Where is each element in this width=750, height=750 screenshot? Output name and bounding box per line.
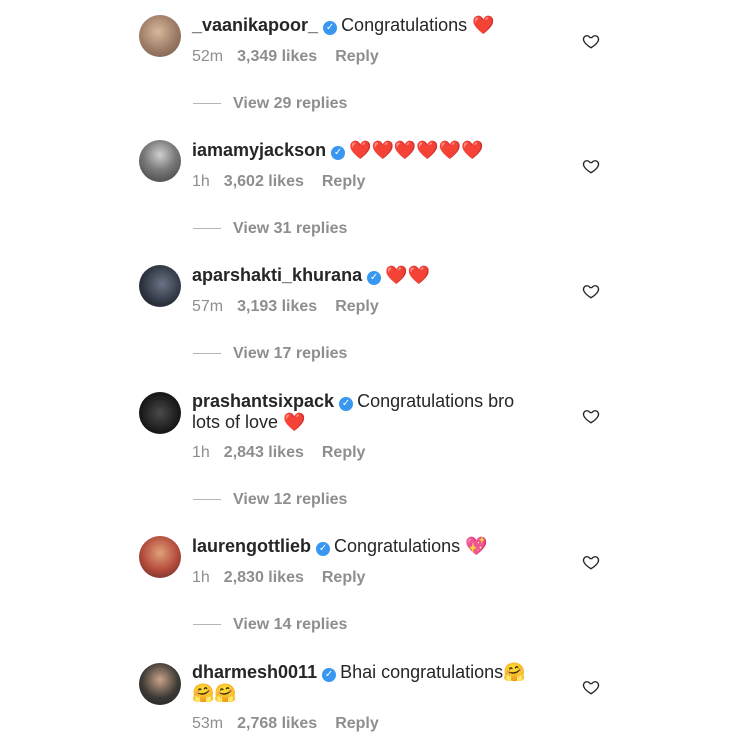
heart-outline-icon[interactable] <box>582 32 600 50</box>
comment-meta: 1h 3,602 likes Reply <box>192 173 379 191</box>
divider-line <box>193 353 221 355</box>
timestamp: 1h <box>192 569 210 586</box>
timestamp: 53m <box>192 715 224 732</box>
view-replies-button[interactable]: View 12 replies <box>193 491 347 509</box>
timestamp: 57m <box>192 298 224 315</box>
view-replies-button[interactable]: View 31 replies <box>193 220 347 238</box>
timestamp: 1h <box>192 444 210 461</box>
heart-outline-icon[interactable] <box>582 157 600 175</box>
reply-button[interactable]: Reply <box>322 173 366 190</box>
likes-count[interactable]: 3,349 likes <box>237 48 317 65</box>
comment-meta: 1h 2,843 likes Reply <box>192 444 379 462</box>
reply-button[interactable]: Reply <box>335 48 379 65</box>
comment-text-block: aparshakti_khurana ✓ ❤️❤️ <box>192 265 562 286</box>
divider-line <box>193 499 221 501</box>
avatar[interactable] <box>139 265 181 307</box>
heart-outline-icon[interactable] <box>582 282 600 300</box>
heart-outline-icon[interactable] <box>582 678 600 696</box>
avatar[interactable] <box>139 140 181 182</box>
view-replies-label: View 14 replies <box>233 616 348 633</box>
comment-body: Congratulations ❤️ <box>341 15 495 35</box>
likes-count[interactable]: 3,193 likes <box>237 298 317 315</box>
verified-badge-icon: ✓ <box>367 271 382 285</box>
avatar[interactable] <box>139 15 181 57</box>
avatar[interactable] <box>139 663 181 705</box>
comment-text-block: _vaanikapoor_ ✓ Congratulations ❤️ <box>192 15 562 36</box>
divider-line <box>193 103 221 105</box>
comment-meta: 1h 2,830 likes Reply <box>192 569 379 587</box>
comment-text-block: prashantsixpack ✓ Congratulations bro lots… <box>192 391 537 433</box>
comment-body: ❤️❤️ <box>385 265 430 285</box>
divider-line <box>193 228 221 230</box>
heart-outline-icon[interactable] <box>582 553 600 571</box>
view-replies-button[interactable]: View 14 replies <box>193 616 347 634</box>
likes-count[interactable]: 2,768 likes <box>237 715 317 732</box>
divider-line <box>193 624 221 626</box>
comment-text-block: dharmesh0011 ✓ Bhai congratulations🤗 🤗🤗 <box>192 662 542 704</box>
comment-meta: 53m 2,768 likes Reply <box>192 715 393 733</box>
view-replies-label: View 12 replies <box>233 491 348 508</box>
verified-badge-icon: ✓ <box>322 668 337 682</box>
username[interactable]: aparshakti_khurana <box>192 265 362 285</box>
avatar[interactable] <box>139 536 181 578</box>
username[interactable]: laurengottlieb <box>192 536 311 556</box>
reply-button[interactable]: Reply <box>335 715 379 732</box>
view-replies-label: View 17 replies <box>233 345 348 362</box>
comment-text-block: laurengottlieb ✓ Congratulations 💖 <box>192 536 562 557</box>
comment-text-block: iamamyjackson ✓ ❤️❤️❤️❤️❤️❤️ <box>192 140 562 161</box>
heart-outline-icon[interactable] <box>582 407 600 425</box>
timestamp: 52m <box>192 48 224 65</box>
comment-meta: 52m 3,349 likes Reply <box>192 48 393 66</box>
username[interactable]: dharmesh0011 <box>192 662 317 682</box>
likes-count[interactable]: 2,830 likes <box>224 569 304 586</box>
verified-badge-icon: ✓ <box>331 146 346 160</box>
likes-count[interactable]: 3,602 likes <box>224 173 304 190</box>
username[interactable]: prashantsixpack <box>192 391 334 411</box>
verified-badge-icon: ✓ <box>316 542 331 556</box>
username[interactable]: iamamyjackson <box>192 140 326 160</box>
comment-body: ❤️❤️❤️❤️❤️❤️ <box>349 140 484 160</box>
likes-count[interactable]: 2,843 likes <box>224 444 304 461</box>
view-replies-button[interactable]: View 29 replies <box>193 95 347 113</box>
verified-badge-icon: ✓ <box>323 21 338 35</box>
view-replies-button[interactable]: View 17 replies <box>193 345 347 363</box>
view-replies-label: View 31 replies <box>233 220 348 237</box>
reply-button[interactable]: Reply <box>335 298 379 315</box>
view-replies-label: View 29 replies <box>233 95 348 112</box>
username[interactable]: _vaanikapoor_ <box>192 15 318 35</box>
comment-meta: 57m 3,193 likes Reply <box>192 298 393 316</box>
reply-button[interactable]: Reply <box>322 444 366 461</box>
avatar[interactable] <box>139 392 181 434</box>
timestamp: 1h <box>192 173 210 190</box>
verified-badge-icon: ✓ <box>339 397 354 411</box>
reply-button[interactable]: Reply <box>322 569 366 586</box>
comment-body: Congratulations 💖 <box>334 536 488 556</box>
